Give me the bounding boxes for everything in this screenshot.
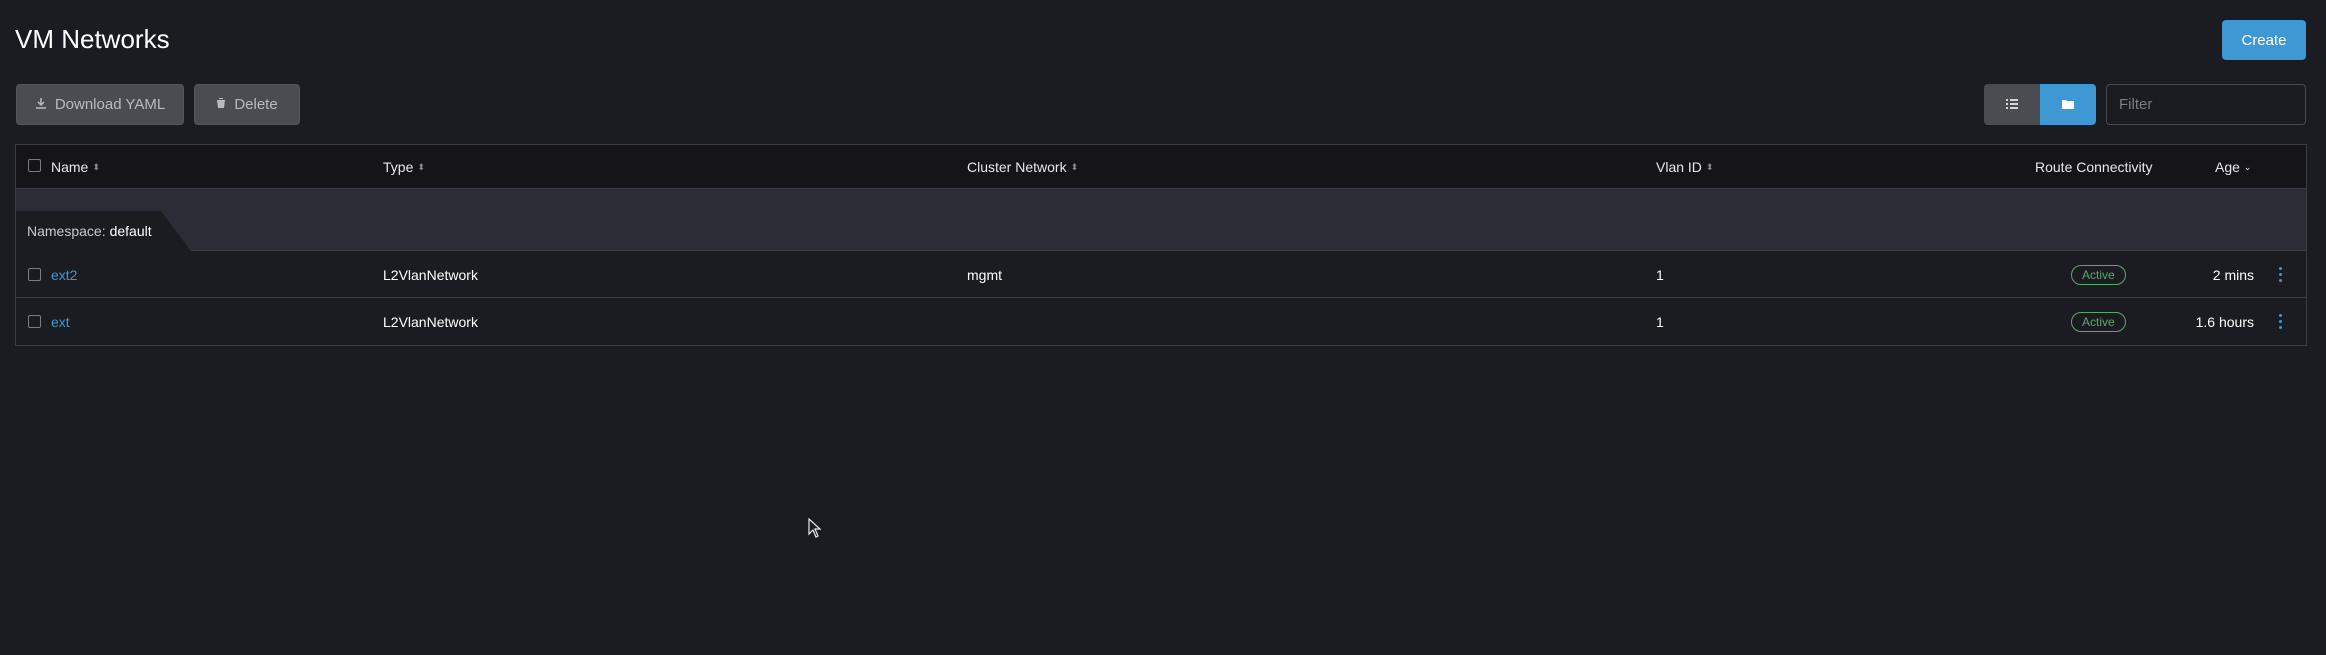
download-icon	[35, 96, 47, 113]
network-type: L2VlanNetwork	[383, 266, 478, 283]
download-yaml-button[interactable]: Download YAML	[16, 84, 184, 125]
table-header: Name ⬍ Type ⬍ Cluster Network ⬍ Vlan ID …	[16, 145, 2306, 189]
table-row: ext L2VlanNetwork 1 Active 1.6 hours	[16, 298, 2306, 345]
namespace-group-row: Namespace: default	[16, 189, 2306, 251]
trash-icon	[216, 96, 226, 113]
create-button[interactable]: Create	[2222, 20, 2306, 60]
vlan-id: 1	[1656, 266, 1664, 283]
flat-list-view-button[interactable]	[1984, 84, 2040, 125]
sort-icon: ⬍	[92, 161, 100, 172]
sort-icon: ⬍	[417, 161, 425, 172]
column-name-label: Name	[51, 159, 89, 175]
column-age-label: Age	[2215, 159, 2240, 175]
age: 2 mins	[2212, 266, 2254, 283]
column-header-type[interactable]: Type ⬍	[383, 145, 425, 189]
age: 1.6 hours	[2195, 313, 2254, 330]
namespace-value: default	[109, 223, 152, 239]
select-all-checkbox[interactable]	[28, 159, 41, 172]
column-header-route-connectivity: Route Connectivity	[2035, 145, 2153, 189]
column-header-name[interactable]: Name ⬍	[51, 145, 100, 189]
namespace-group-tab: Namespace: default	[16, 211, 191, 251]
group-by-namespace-view-button[interactable]	[2040, 84, 2096, 125]
vm-networks-page: VM Networks Create Download YAML Delete	[0, 0, 2326, 655]
row-actions-kebab-icon[interactable]	[2270, 298, 2290, 345]
column-header-age[interactable]: Age ⌄	[2215, 145, 2251, 189]
row-actions-kebab-icon[interactable]	[2270, 251, 2290, 298]
folder-icon	[2062, 96, 2074, 114]
view-mode-toggle	[1984, 84, 2096, 125]
download-yaml-label: Download YAML	[54, 96, 166, 113]
status-badge: Active	[2071, 264, 2126, 285]
status-badge: Active	[2071, 311, 2126, 332]
vlan-id: 1	[1656, 313, 1664, 330]
sort-descending-icon: ⌄	[2243, 161, 2252, 172]
cluster-network: mgmt	[967, 266, 1002, 283]
column-type-label: Type	[383, 159, 414, 175]
network-name-link[interactable]: ext2	[51, 267, 77, 283]
page-title: VM Networks	[15, 24, 170, 54]
column-header-vlan-id[interactable]: Vlan ID ⬍	[1656, 145, 1713, 189]
column-cluster-network-label: Cluster Network	[967, 159, 1067, 175]
network-name-link[interactable]: ext	[51, 314, 70, 330]
row-checkbox[interactable]	[28, 268, 41, 281]
filter-input[interactable]	[2106, 84, 2306, 125]
delete-button[interactable]: Delete	[194, 84, 300, 125]
list-icon	[2006, 96, 2018, 114]
mouse-pointer-icon	[808, 517, 822, 543]
network-type: L2VlanNetwork	[383, 313, 478, 330]
column-route-connectivity-label: Route Connectivity	[2035, 159, 2153, 175]
sort-icon: ⬍	[1705, 161, 1714, 172]
namespace-label: Namespace:	[27, 223, 106, 239]
table-row: ext2 L2VlanNetwork mgmt 1 Active 2 mins	[16, 251, 2306, 298]
column-vlan-id-label: Vlan ID	[1656, 159, 1702, 175]
delete-label: Delete	[234, 96, 278, 113]
row-checkbox[interactable]	[28, 315, 41, 328]
sort-icon: ⬍	[1070, 161, 1079, 172]
vm-networks-table: Name ⬍ Type ⬍ Cluster Network ⬍ Vlan ID …	[15, 144, 2307, 346]
column-header-cluster-network[interactable]: Cluster Network ⬍	[967, 145, 1078, 189]
